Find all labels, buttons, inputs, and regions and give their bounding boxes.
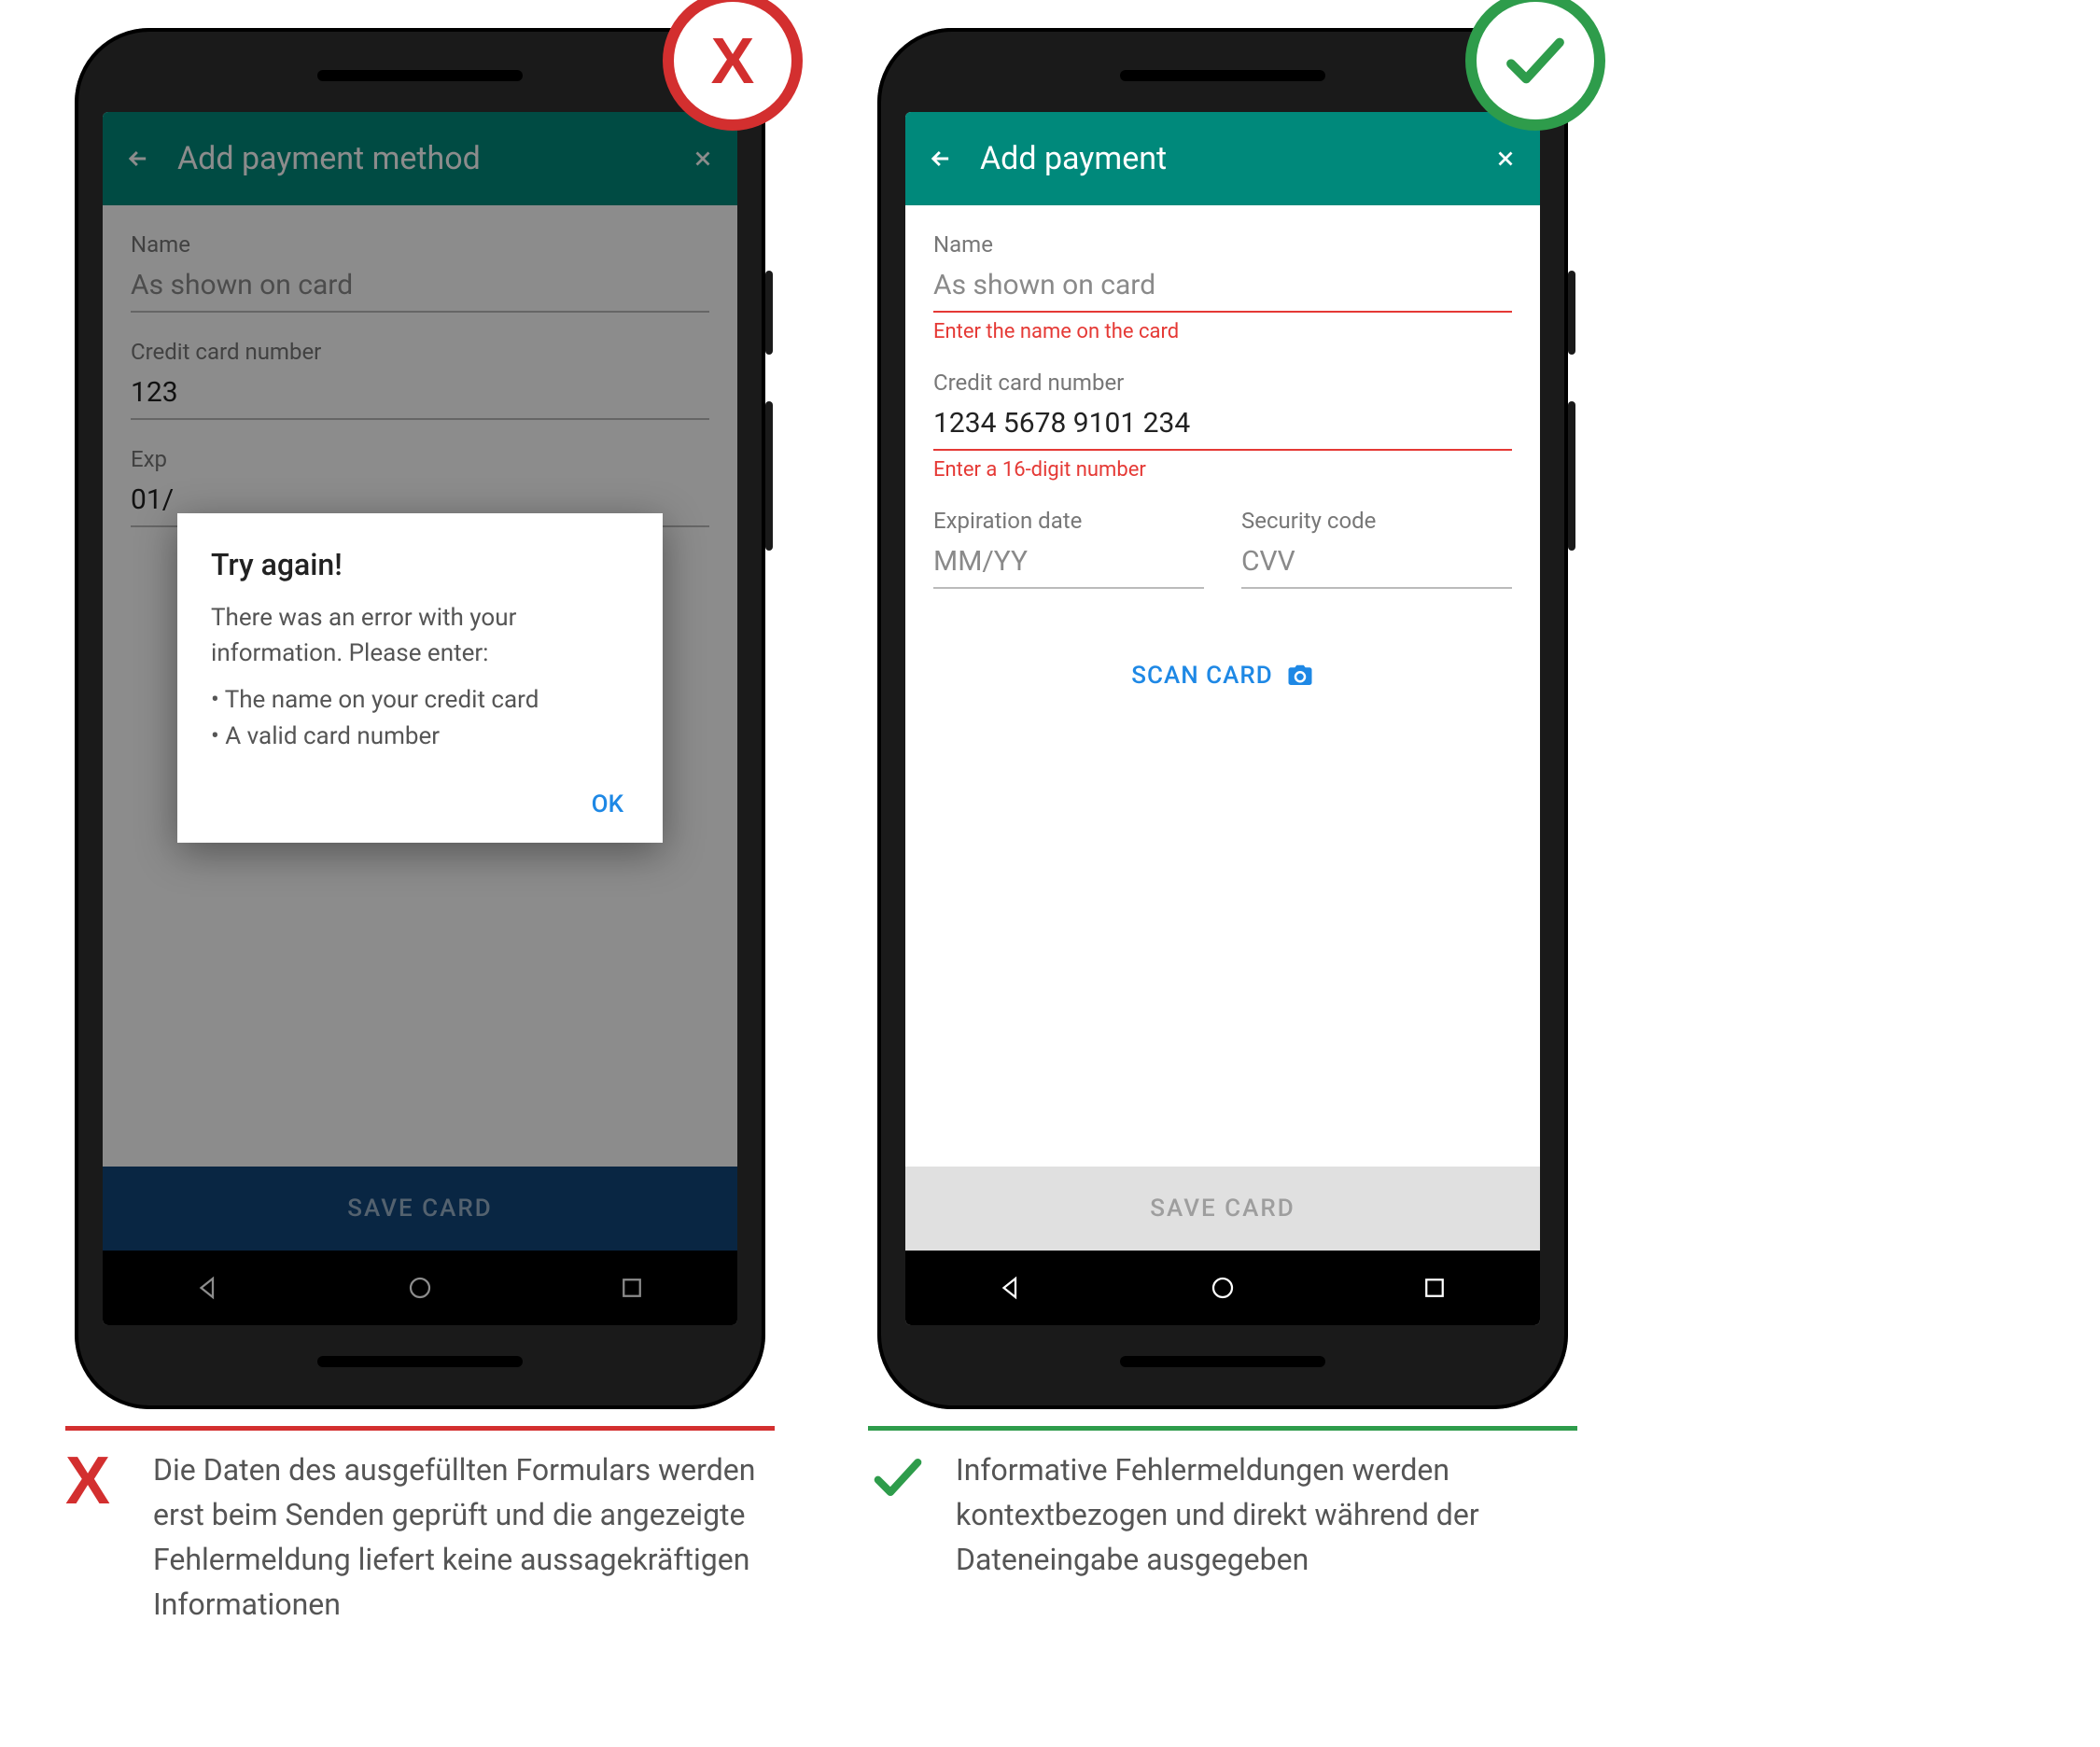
dialog-item: A valid card number bbox=[211, 719, 629, 755]
phone-side-button bbox=[1568, 401, 1575, 551]
close-icon[interactable] bbox=[691, 147, 715, 171]
phone-speaker bbox=[1120, 70, 1325, 81]
cvv-label: Security code bbox=[1241, 508, 1512, 534]
android-navbar bbox=[905, 1251, 1540, 1325]
phone-frame: Add payment Name As shown on card Enter … bbox=[877, 28, 1568, 1409]
dialog-title: Try again! bbox=[211, 547, 629, 582]
caption-text: Die Daten des ausgefüllten Formulars wer… bbox=[153, 1447, 775, 1627]
form: Name As shown on card Enter the name on … bbox=[905, 205, 1540, 1167]
error-dialog: Try again! There was an error with your … bbox=[177, 513, 663, 843]
phone-side-button bbox=[765, 401, 773, 551]
nav-home-icon[interactable] bbox=[406, 1274, 434, 1302]
name-input[interactable]: As shown on card bbox=[933, 263, 1512, 313]
name-field: Name As shown on card Enter the name on … bbox=[933, 231, 1512, 343]
card-field: Credit card number 1234 5678 9101 234 En… bbox=[933, 370, 1512, 482]
example-bad: X Add payment method Name As shown on ca… bbox=[56, 28, 784, 1627]
phone-speaker-bottom bbox=[317, 1356, 523, 1367]
exp-input[interactable]: MM/YY bbox=[933, 539, 1204, 589]
name-label: Name bbox=[131, 231, 709, 258]
android-navbar bbox=[103, 1251, 737, 1325]
screen: Add payment Name As shown on card Enter … bbox=[905, 112, 1540, 1325]
card-input[interactable]: 123 bbox=[131, 370, 709, 420]
save-button[interactable]: SAVE CARD bbox=[103, 1167, 737, 1251]
phone-speaker-bottom bbox=[1120, 1356, 1325, 1367]
badge-bad: X bbox=[663, 0, 803, 131]
scan-label: SCAN CARD bbox=[1131, 662, 1272, 690]
phone-frame: X Add payment method Name As shown on ca… bbox=[75, 28, 765, 1409]
check-icon bbox=[1499, 24, 1572, 97]
save-label: SAVE CARD bbox=[1150, 1195, 1295, 1223]
save-label: SAVE CARD bbox=[347, 1195, 492, 1223]
exp-label: Expiration date bbox=[933, 508, 1204, 534]
exp-label: Exp bbox=[131, 446, 709, 472]
appbar: Add payment bbox=[905, 112, 1540, 205]
x-icon: X bbox=[711, 23, 755, 98]
phone-speaker bbox=[317, 70, 523, 81]
name-input[interactable]: As shown on card bbox=[131, 263, 709, 313]
name-label: Name bbox=[933, 231, 1512, 258]
dialog-body: There was an error with your information… bbox=[211, 601, 629, 671]
appbar: Add payment method bbox=[103, 112, 737, 205]
dialog-item: The name on your credit card bbox=[211, 682, 629, 719]
page-title: Add payment method bbox=[177, 140, 665, 177]
card-error: Enter a 16-digit number bbox=[933, 458, 1512, 482]
back-icon[interactable] bbox=[125, 146, 151, 172]
exp-field: Expiration date MM/YY bbox=[933, 508, 1204, 589]
name-field: Name As shown on card bbox=[131, 231, 709, 313]
x-icon: X bbox=[65, 1447, 131, 1627]
caption: Informative Fehlermeldungen werden konte… bbox=[868, 1447, 1577, 1582]
nav-back-icon[interactable] bbox=[194, 1274, 222, 1302]
badge-good bbox=[1465, 0, 1605, 131]
close-icon[interactable] bbox=[1493, 147, 1518, 171]
caption-rule bbox=[65, 1426, 775, 1431]
check-icon bbox=[868, 1447, 933, 1582]
phone-side-button bbox=[765, 271, 773, 355]
nav-home-icon[interactable] bbox=[1209, 1274, 1237, 1302]
example-good: Add payment Name As shown on card Enter … bbox=[859, 28, 1587, 1627]
cvv-field: Security code CVV bbox=[1241, 508, 1512, 589]
caption: X Die Daten des ausgefüllten Formulars w… bbox=[65, 1447, 775, 1627]
dialog-ok-button[interactable]: OK bbox=[211, 781, 629, 824]
back-icon[interactable] bbox=[928, 146, 954, 172]
page-title: Add payment bbox=[980, 140, 1467, 177]
screen: Add payment method Name As shown on card… bbox=[103, 112, 737, 1325]
card-field: Credit card number 123 bbox=[131, 339, 709, 420]
name-error: Enter the name on the card bbox=[933, 320, 1512, 343]
phone-side-button bbox=[1568, 271, 1575, 355]
cvv-input[interactable]: CVV bbox=[1241, 539, 1512, 589]
camera-icon bbox=[1286, 662, 1314, 690]
nav-back-icon[interactable] bbox=[997, 1274, 1025, 1302]
nav-recent-icon[interactable] bbox=[618, 1274, 646, 1302]
caption-text: Informative Fehlermeldungen werden konte… bbox=[956, 1447, 1577, 1582]
nav-recent-icon[interactable] bbox=[1421, 1274, 1449, 1302]
card-input[interactable]: 1234 5678 9101 234 bbox=[933, 401, 1512, 451]
card-label: Credit card number bbox=[131, 339, 709, 365]
card-label: Credit card number bbox=[933, 370, 1512, 396]
save-button[interactable]: SAVE CARD bbox=[905, 1167, 1540, 1251]
scan-card-button[interactable]: SCAN CARD bbox=[933, 662, 1512, 690]
caption-rule bbox=[868, 1426, 1577, 1431]
